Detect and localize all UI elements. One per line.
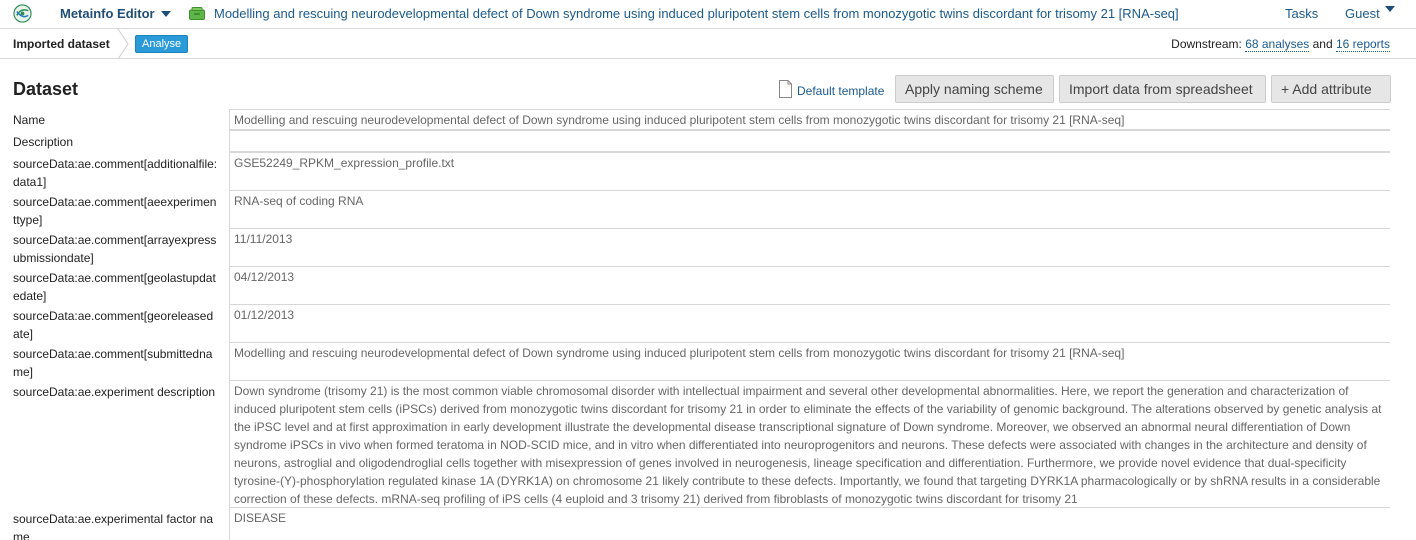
attribute-row: sourceData:ae.experimental factor name D… (0, 507, 1416, 540)
downstream-and: and (1312, 37, 1333, 51)
attribute-row: sourceData:ae.comment[arrayexpressubmiss… (0, 228, 1416, 267)
attribute-value-field[interactable]: Down syndrome (trisomy 21) is the most c… (229, 380, 1390, 508)
tasks-menu[interactable]: Tasks (1285, 6, 1318, 21)
default-template-label[interactable]: Default template (797, 84, 884, 98)
analyses-link[interactable]: 68 analyses (1245, 37, 1310, 52)
attribute-label: sourceData:ae.comment[arrayexpressubmiss… (13, 233, 217, 265)
attribute-value-field[interactable]: Modelling and rescuing neurodevelopmenta… (229, 342, 1390, 381)
attribute-value-field[interactable] (229, 130, 1390, 152)
dataset-title-link[interactable]: Modelling and rescuing neurodevelopmenta… (214, 6, 1179, 21)
attribute-label: sourceData:ae.comment[geolastupdatedate] (13, 271, 216, 303)
app-logo-icon[interactable] (13, 4, 32, 23)
attribute-row: sourceData:ae.comment[georeleasedate] 01… (0, 304, 1416, 343)
attribute-value-field[interactable]: 04/12/2013 (229, 266, 1390, 305)
attribute-row: sourceData:ae.comment[additionalfile:dat… (0, 152, 1416, 191)
attribute-label: Description (13, 135, 74, 149)
analyse-button[interactable]: Analyse (135, 35, 189, 53)
attribute-value-field[interactable]: RNA-seq of coding RNA (229, 190, 1390, 229)
app-menu-title[interactable]: Metainfo Editor (60, 6, 155, 21)
attribute-value-field[interactable]: Modelling and rescuing neurodevelopmenta… (229, 109, 1390, 130)
attribute-value-field[interactable]: 01/12/2013 (229, 304, 1390, 343)
downstream-summary: Downstream: 68 analyses and 16 reports (1171, 37, 1390, 52)
page-title: Dataset (13, 79, 79, 99)
reports-link[interactable]: 16 reports (1335, 37, 1390, 52)
attribute-label: sourceData:ae.experimental factor name (13, 512, 214, 540)
dataset-icon (189, 7, 205, 20)
breadcrumb-imported-dataset[interactable]: Imported dataset (13, 37, 110, 51)
attribute-label: sourceData:ae.comment[aeexperimenttype] (13, 195, 217, 227)
top-navbar: Metainfo Editor Modelling and rescuing n… (0, 0, 1416, 29)
attribute-row: sourceData:ae.experiment description Dow… (0, 380, 1416, 508)
attribute-row-name: Name Modelling and rescuing neurodevelop… (0, 108, 1416, 130)
attribute-row: sourceData:ae.comment[aeexperimenttype] … (0, 190, 1416, 229)
content-right-edge (1391, 59, 1416, 540)
attribute-value-field[interactable]: DISEASE (229, 507, 1390, 540)
attribute-label: sourceData:ae.comment[submittedname] (13, 347, 213, 379)
attribute-label: sourceData:ae.comment[georeleasedate] (13, 309, 214, 341)
attribute-row-description: Description (0, 130, 1416, 152)
app-menu-chevron-down-icon[interactable] (161, 11, 171, 17)
apply-naming-scheme-button[interactable]: Apply naming scheme (895, 75, 1054, 103)
user-menu[interactable]: Guest (1345, 6, 1380, 21)
user-menu-chevron-down-icon[interactable] (1385, 6, 1395, 12)
attribute-label: sourceData:ae.comment[additionalfile:dat… (13, 157, 218, 189)
attribute-row: sourceData:ae.comment[geolastupdatedate]… (0, 266, 1416, 305)
attribute-value-field[interactable]: 11/11/2013 (229, 228, 1390, 267)
breadcrumb-bar: Imported dataset Analyse Downstream: 68 … (0, 29, 1416, 59)
add-attribute-button[interactable]: + Add attribute (1271, 75, 1391, 103)
attribute-label: Name (13, 113, 46, 127)
attribute-row: sourceData:ae.comment[submittedname] Mod… (0, 342, 1416, 381)
import-spreadsheet-button[interactable]: Import data from spreadsheet (1059, 75, 1266, 103)
attribute-label: sourceData:ae.experiment description (13, 385, 216, 399)
downstream-prefix: Downstream: (1171, 37, 1242, 51)
attribute-value-field[interactable]: GSE52249_RPKM_expression_profile.txt (229, 152, 1390, 191)
document-icon (779, 80, 792, 98)
breadcrumb-separator-icon (117, 29, 129, 59)
